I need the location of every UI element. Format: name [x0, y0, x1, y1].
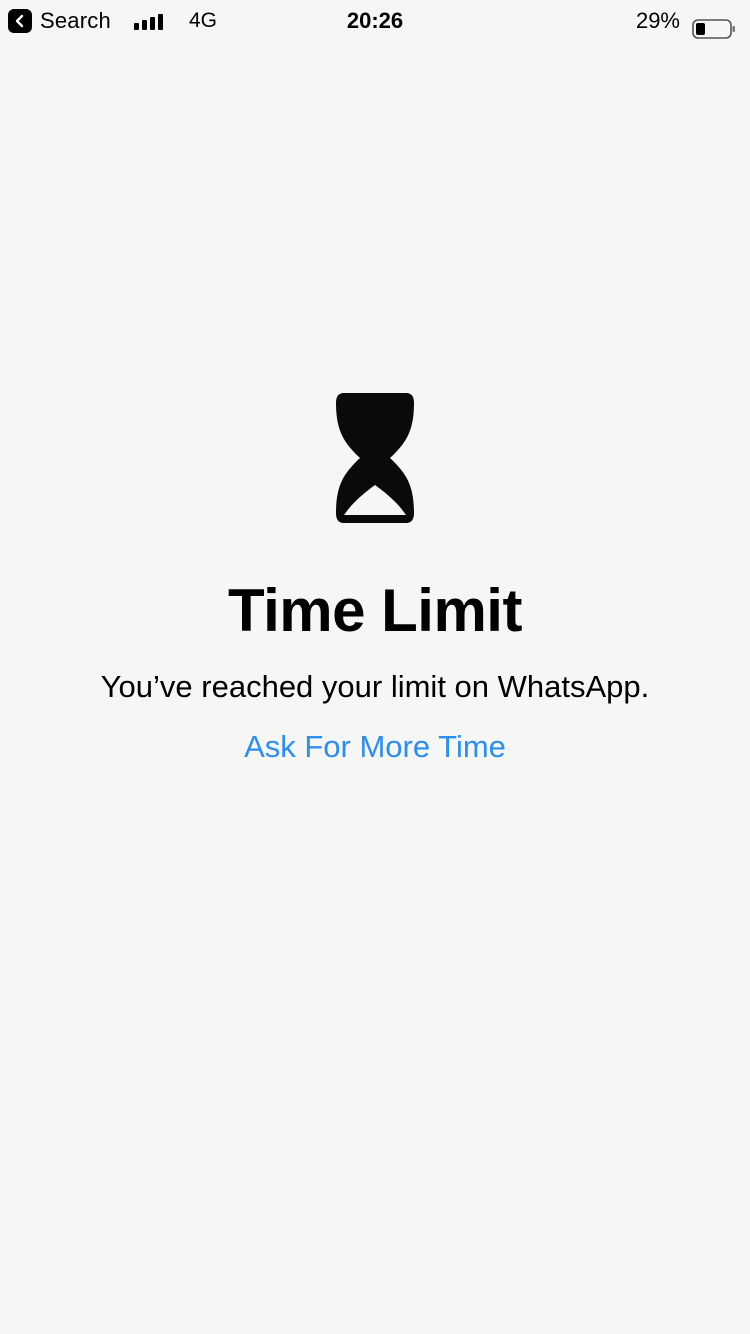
network-type: 4G [189, 9, 218, 32]
chevron-left-icon [8, 9, 32, 33]
status-bar: Search 4G 20:26 29% [0, 0, 750, 42]
ask-for-more-time-link[interactable]: Ask For More Time [0, 729, 750, 765]
battery-icon [692, 11, 736, 39]
back-app-label: Search [40, 8, 111, 33]
hourglass-icon [336, 393, 414, 523]
cellular-signal-icon [134, 12, 166, 30]
page-title: Time Limit [228, 577, 522, 644]
ask-for-more-time-label[interactable]: Ask For More Time [244, 729, 506, 764]
battery-percentage: 29% [635, 8, 680, 33]
limit-message: You’ve reached your limit on WhatsApp. [100, 669, 650, 704]
back-to-app-button[interactable]: Search [8, 0, 111, 42]
